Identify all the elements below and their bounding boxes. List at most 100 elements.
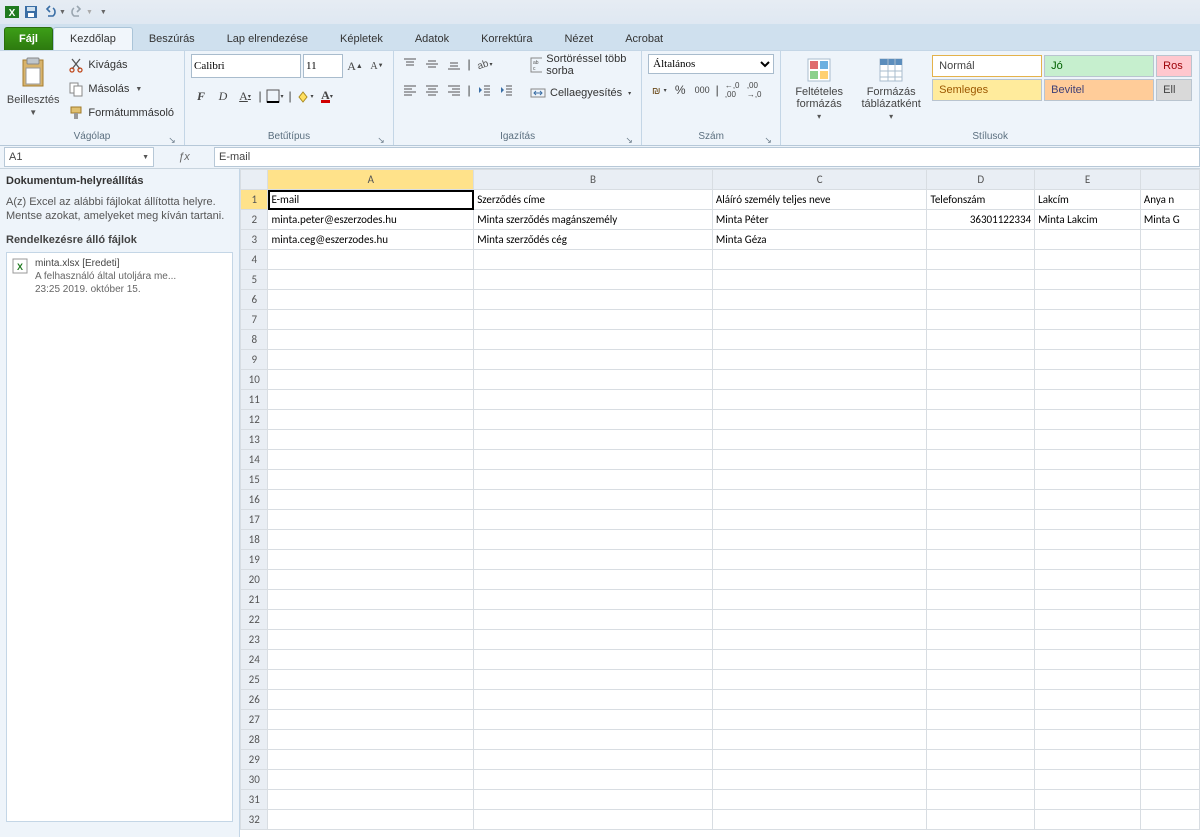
- cell-B10[interactable]: [474, 370, 713, 390]
- cell-E25[interactable]: [1035, 670, 1141, 690]
- cell-B20[interactable]: [474, 570, 713, 590]
- row-header-19[interactable]: 19: [241, 550, 268, 570]
- cell-E9[interactable]: [1035, 350, 1141, 370]
- font-size-combo[interactable]: [303, 54, 343, 78]
- cell-F31[interactable]: [1140, 790, 1199, 810]
- cell-C31[interactable]: [712, 790, 927, 810]
- font-name-combo[interactable]: [191, 54, 301, 78]
- cell-F19[interactable]: [1140, 550, 1199, 570]
- cell-C3[interactable]: Minta Géza: [712, 230, 927, 250]
- row-header-6[interactable]: 6: [241, 290, 268, 310]
- cell-C19[interactable]: [712, 550, 927, 570]
- row-header-21[interactable]: 21: [241, 590, 268, 610]
- cell-B31[interactable]: [474, 790, 713, 810]
- cell-A30[interactable]: [268, 770, 474, 790]
- cell-E3[interactable]: [1035, 230, 1141, 250]
- cell-F32[interactable]: [1140, 810, 1199, 830]
- cell-F16[interactable]: [1140, 490, 1199, 510]
- cell-C12[interactable]: [712, 410, 927, 430]
- cell-F8[interactable]: [1140, 330, 1199, 350]
- align-top-button[interactable]: [400, 54, 420, 74]
- cell-D8[interactable]: [927, 330, 1035, 350]
- cell-E18[interactable]: [1035, 530, 1141, 550]
- cell-E4[interactable]: [1035, 250, 1141, 270]
- cell-F7[interactable]: [1140, 310, 1199, 330]
- cell-C6[interactable]: [712, 290, 927, 310]
- cell-E14[interactable]: [1035, 450, 1141, 470]
- accounting-format-button[interactable]: ₪▾: [648, 80, 668, 100]
- cell-A32[interactable]: [268, 810, 474, 830]
- cell-A29[interactable]: [268, 750, 474, 770]
- style-check[interactable]: Ell: [1156, 79, 1192, 101]
- cell-E26[interactable]: [1035, 690, 1141, 710]
- italic-button[interactable]: D: [213, 86, 233, 106]
- row-header-1[interactable]: 1: [241, 190, 268, 210]
- row-header-7[interactable]: 7: [241, 310, 268, 330]
- paste-button[interactable]: Beillesztés ▼: [6, 54, 60, 117]
- cell-C18[interactable]: [712, 530, 927, 550]
- cell-D16[interactable]: [927, 490, 1035, 510]
- format-painter-button[interactable]: Formátummásoló: [64, 102, 178, 124]
- cell-B23[interactable]: [474, 630, 713, 650]
- cell-E15[interactable]: [1035, 470, 1141, 490]
- cell-E8[interactable]: [1035, 330, 1141, 350]
- cell-B13[interactable]: [474, 430, 713, 450]
- cell-B21[interactable]: [474, 590, 713, 610]
- cell-D12[interactable]: [927, 410, 1035, 430]
- row-header-18[interactable]: 18: [241, 530, 268, 550]
- cell-B14[interactable]: [474, 450, 713, 470]
- cell-E32[interactable]: [1035, 810, 1141, 830]
- cell-C27[interactable]: [712, 710, 927, 730]
- cell-C21[interactable]: [712, 590, 927, 610]
- cell-B6[interactable]: [474, 290, 713, 310]
- cell-B15[interactable]: [474, 470, 713, 490]
- cell-A21[interactable]: [268, 590, 474, 610]
- undo-dropdown-caret[interactable]: ▼: [59, 9, 66, 16]
- tab-home[interactable]: Kezdőlap: [53, 27, 133, 50]
- cell-D30[interactable]: [927, 770, 1035, 790]
- cell-E2[interactable]: Minta Lakcim: [1035, 210, 1141, 230]
- cell-F6[interactable]: [1140, 290, 1199, 310]
- cell-E31[interactable]: [1035, 790, 1141, 810]
- cell-D4[interactable]: [927, 250, 1035, 270]
- cell-F1[interactable]: Anya n: [1140, 190, 1199, 210]
- cell-D26[interactable]: [927, 690, 1035, 710]
- cell-F4[interactable]: [1140, 250, 1199, 270]
- cell-F25[interactable]: [1140, 670, 1199, 690]
- cell-C11[interactable]: [712, 390, 927, 410]
- cell-D2[interactable]: 36301122334: [927, 210, 1035, 230]
- row-header-15[interactable]: 15: [241, 470, 268, 490]
- cell-styles-gallery[interactable]: Normál Semleges Jó Bevitel Ros Ell: [931, 54, 1193, 102]
- col-header-E[interactable]: E: [1035, 170, 1141, 190]
- cell-A14[interactable]: [268, 450, 474, 470]
- style-normal[interactable]: Normál: [932, 55, 1042, 77]
- increase-font-icon[interactable]: A▲: [345, 56, 365, 76]
- cell-D6[interactable]: [927, 290, 1035, 310]
- col-header-F[interactable]: [1140, 170, 1199, 190]
- cell-D18[interactable]: [927, 530, 1035, 550]
- style-input[interactable]: Bevitel: [1044, 79, 1154, 101]
- cell-A16[interactable]: [268, 490, 474, 510]
- cell-B32[interactable]: [474, 810, 713, 830]
- cell-A24[interactable]: [268, 650, 474, 670]
- decrease-font-icon[interactable]: A▼: [367, 56, 387, 76]
- cell-E12[interactable]: [1035, 410, 1141, 430]
- font-dialog-launcher[interactable]: ↘: [375, 131, 387, 143]
- cell-E16[interactable]: [1035, 490, 1141, 510]
- cell-F11[interactable]: [1140, 390, 1199, 410]
- cell-B30[interactable]: [474, 770, 713, 790]
- cell-F29[interactable]: [1140, 750, 1199, 770]
- cell-A1[interactable]: E-mail: [268, 190, 474, 210]
- formula-input[interactable]: E-mail: [214, 147, 1200, 167]
- cell-D11[interactable]: [927, 390, 1035, 410]
- cell-D22[interactable]: [927, 610, 1035, 630]
- select-all-corner[interactable]: [241, 170, 268, 190]
- recovery-file-item[interactable]: X minta.xlsx [Eredeti] A felhasználó ált…: [11, 257, 228, 296]
- cell-D10[interactable]: [927, 370, 1035, 390]
- cell-D29[interactable]: [927, 750, 1035, 770]
- number-format-combo[interactable]: Általános: [648, 54, 774, 74]
- cell-F3[interactable]: [1140, 230, 1199, 250]
- underline-button[interactable]: A▾: [235, 86, 255, 106]
- border-button[interactable]: ▾: [265, 86, 285, 106]
- cell-B22[interactable]: [474, 610, 713, 630]
